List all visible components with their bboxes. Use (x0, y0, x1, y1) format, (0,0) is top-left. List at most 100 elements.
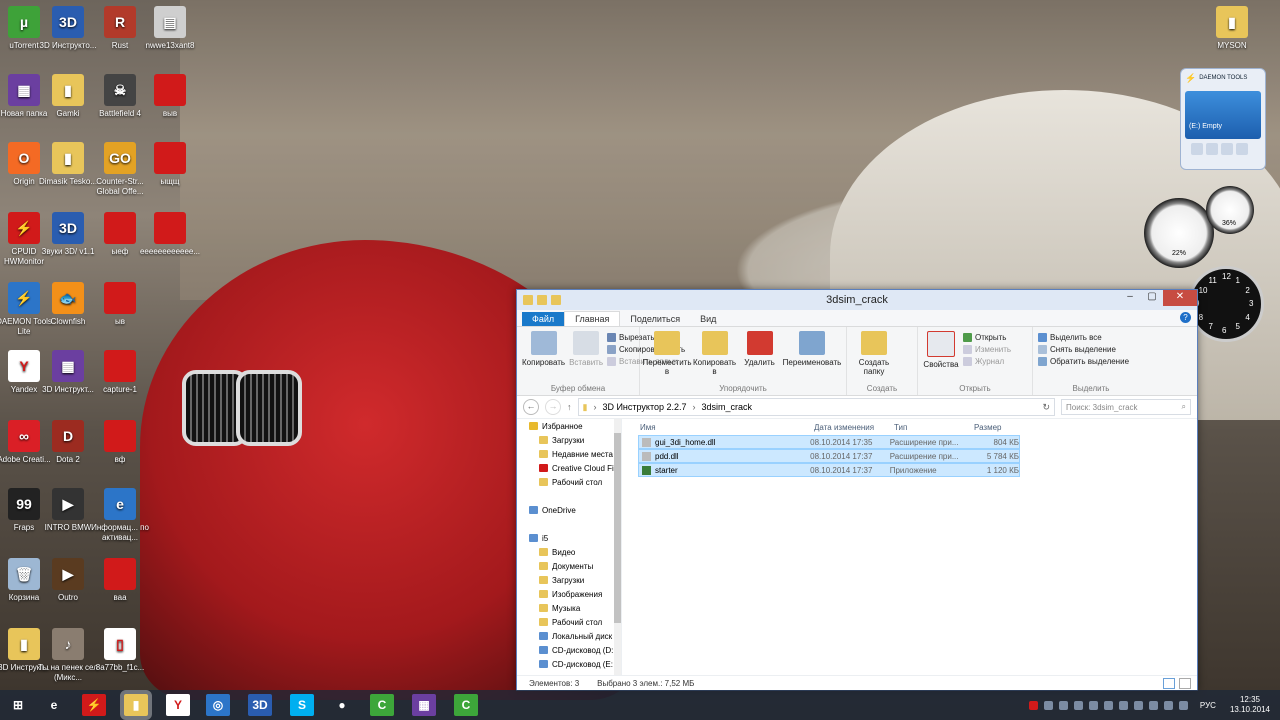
tray-icon[interactable] (1133, 700, 1143, 710)
minimize-button[interactable]: – (1119, 290, 1141, 306)
tray-icon[interactable] (1103, 700, 1113, 710)
tab-file[interactable]: Файл (522, 312, 565, 326)
yandex-button[interactable]: Y (166, 694, 190, 716)
nav-tree-item[interactable]: Загрузки (517, 433, 621, 447)
column-type[interactable]: Тип (894, 423, 974, 432)
taskbar-clock[interactable]: 12:35 13.10.2014 (1230, 695, 1270, 715)
nav-tree-item[interactable]: Документы (517, 559, 621, 573)
nav-tree-item[interactable]: CD-дисковод (E: (517, 657, 621, 671)
breadcrumb-item[interactable]: 3dsim_crack (702, 402, 753, 412)
tray-icon[interactable] (1043, 700, 1053, 710)
nav-tree-item[interactable]: Музыка (517, 601, 621, 615)
tray-icon[interactable] (1148, 700, 1158, 710)
tray-icon[interactable] (1088, 700, 1098, 710)
navigation-pane[interactable]: Избранное Загрузки Недавние места Creative … (517, 419, 622, 675)
nav-tree-item[interactable]: Рабочий стол (517, 615, 621, 629)
ie-button[interactable]: e (42, 694, 66, 716)
scrollbar-thumb[interactable] (614, 433, 621, 623)
volume-icon[interactable] (1178, 700, 1188, 710)
nav-tree-item[interactable]: Видео (517, 545, 621, 559)
desktop-icon[interactable]: ваа (88, 558, 152, 603)
winrar-button[interactable]: ▦ (412, 694, 436, 716)
open-button[interactable]: Открыть (963, 333, 1011, 342)
column-date[interactable]: Дата изменения (814, 423, 894, 432)
camtasia-button[interactable]: C (370, 694, 394, 716)
add-icon[interactable] (1221, 143, 1233, 155)
navigation-scrollbar[interactable] (614, 419, 621, 675)
move-icon (654, 331, 680, 355)
nav-tree-item[interactable]: Изображения (517, 587, 621, 601)
forward-button[interactable]: → (545, 399, 561, 415)
column-size[interactable]: Размер (974, 423, 1002, 432)
file-list[interactable]: Имя Дата изменения Тип Размер gui_3di_ho… (622, 419, 1197, 675)
tab-home[interactable]: Главная (564, 311, 621, 326)
virtual-drive[interactable]: (E:) Empty (1185, 91, 1261, 139)
desktop-icon[interactable]: e Информац... по активац... (88, 488, 152, 543)
skype-button[interactable]: S (290, 694, 314, 716)
history-button[interactable]: Журнал (963, 357, 1011, 366)
large-icons-view-icon[interactable] (1179, 677, 1191, 689)
file-row[interactable]: starter 08.10.2014 17:37 Приложение 1 120 К… (638, 463, 1020, 477)
search-input[interactable]: Поиск: 3dsim_crack ⌕ (1061, 399, 1191, 415)
close-button[interactable]: ✕ (1163, 290, 1197, 306)
column-name[interactable]: Имя (640, 423, 814, 432)
desktop-icon[interactable]: ▯ 8a77bb_f1c... (88, 628, 152, 673)
select-all-button[interactable]: Выделить все (1038, 333, 1129, 342)
back-button[interactable]: ← (523, 399, 539, 415)
properties-qat-icon[interactable] (537, 295, 547, 305)
desktop-icon[interactable]: выв (138, 74, 202, 119)
invert-selection-button[interactable]: Обратить выделение (1038, 357, 1129, 366)
desktop-icon[interactable]: ▮ MYSON (1200, 6, 1264, 51)
desktop-icon[interactable]: вф (88, 420, 152, 465)
refresh-icon[interactable]: ↻ (1042, 402, 1050, 413)
nav-tree-item[interactable]: Загрузки (517, 573, 621, 587)
camtasia2-button[interactable]: C (454, 694, 478, 716)
up-button[interactable]: ↑ (567, 402, 572, 412)
desktop-icon[interactable]: ыщщ (138, 142, 202, 187)
nav-tree-item[interactable]: i5 (517, 531, 621, 545)
folder-icon: ▮ (582, 401, 588, 412)
file-row[interactable]: gui_3di_home.dll 08.10.2014 17:35 Расширен… (638, 435, 1020, 449)
desktop-icon[interactable]: ▤ nwwe13xant8 (138, 6, 202, 51)
start-button[interactable]: ⊞ (6, 694, 30, 716)
title-bar[interactable]: 3dsim_crack – ▢ ✕ (517, 290, 1197, 310)
daemon-button[interactable]: ◎ (206, 694, 230, 716)
nav-tree-item[interactable]: Creative Cloud Fi (517, 461, 621, 475)
nav-tree-item[interactable]: Рабочий стол (517, 475, 621, 489)
desktop-icon[interactable]: ееееееееееее... (138, 212, 202, 257)
tray-icon[interactable] (1058, 700, 1068, 710)
details-view-icon[interactable] (1163, 677, 1175, 689)
nav-tree-item[interactable]: CD-дисковод (D: (517, 643, 621, 657)
clipboard-group-label: Буфер обмена (550, 384, 606, 393)
nav-tree-item[interactable]: Избранное (517, 419, 621, 433)
explorer-button[interactable]: ▮ (120, 690, 152, 720)
new-folder-qat-icon[interactable] (551, 295, 561, 305)
tab-share[interactable]: Поделиться (620, 312, 690, 326)
image-icon[interactable] (1206, 143, 1218, 155)
help-icon[interactable]: ? (1180, 312, 1191, 323)
select-none-button[interactable]: Снять выделение (1038, 345, 1129, 354)
breadcrumb-item[interactable]: 3D Инструктор 2.2.7 (602, 402, 686, 412)
clock-number: 3 (1249, 299, 1254, 308)
mount-icon[interactable] (1191, 143, 1203, 155)
address-bar[interactable]: ▮ › 3D Инструктор 2.2.7 › 3dsim_crack ↻ (577, 398, 1055, 416)
tray-icon[interactable] (1118, 700, 1128, 710)
tray-icon[interactable] (1073, 700, 1083, 710)
desktop-icon[interactable]: capture-1 (88, 350, 152, 395)
nav-tree-item[interactable]: Локальный диск (517, 629, 621, 643)
nav-tree-item[interactable]: OneDrive (517, 503, 621, 517)
settings-icon[interactable] (1236, 143, 1248, 155)
language-indicator[interactable]: РУС (1200, 701, 1216, 710)
file-row[interactable]: pdd.dll 08.10.2014 17:37 Расширение при...… (638, 449, 1020, 463)
network-icon[interactable] (1163, 700, 1173, 710)
3d-button[interactable]: 3D (248, 694, 272, 716)
hwmonitor-button[interactable]: ⚡ (82, 694, 106, 716)
nav-tree-item[interactable]: Недавние места (517, 447, 621, 461)
daemon-tools-gadget[interactable]: ⚡ DAEMON TOOLS (E:) Empty (1180, 68, 1266, 170)
tray-adobe-icon[interactable] (1028, 700, 1038, 710)
chrome-button[interactable]: ● (330, 694, 354, 716)
tab-view[interactable]: Вид (690, 312, 726, 326)
edit-button[interactable]: Изменить (963, 345, 1011, 354)
desktop-icon[interactable]: ыв (88, 282, 152, 327)
maximize-button[interactable]: ▢ (1141, 290, 1163, 306)
